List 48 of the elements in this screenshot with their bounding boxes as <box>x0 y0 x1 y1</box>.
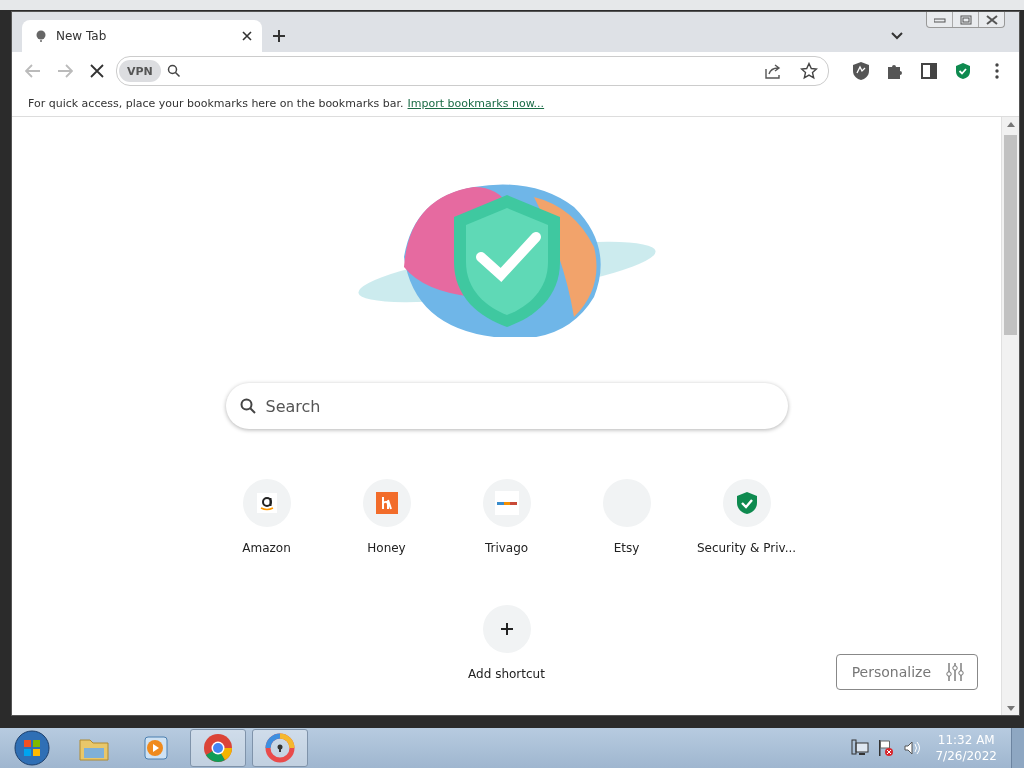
shortcut-tile[interactable]: Trivago <box>446 479 567 555</box>
scrollbar[interactable] <box>1001 117 1019 715</box>
shortcut-tile[interactable]: Honey <box>326 479 447 555</box>
stop-loading-icon[interactable] <box>90 64 104 78</box>
search-icon <box>239 398 256 414</box>
minimize-icon <box>933 16 946 23</box>
vpn-badge[interactable]: VPN <box>119 60 161 82</box>
import-bookmarks-link[interactable]: Import bookmarks now... <box>407 96 545 110</box>
media-player-icon[interactable] <box>142 734 170 762</box>
chrome-icon[interactable] <box>203 733 233 763</box>
chevron-down-icon[interactable] <box>891 32 903 40</box>
bookmarks-bar-message: For quick access, place your bookmarks here on the bookmarks bar. <box>28 96 404 110</box>
plus-icon <box>499 622 514 636</box>
scroll-up-icon[interactable] <box>1006 121 1015 127</box>
new-tab-icon[interactable] <box>272 29 286 43</box>
restore-icon <box>959 14 972 25</box>
scrollbar-thumb[interactable] <box>1004 135 1017 335</box>
network-icon[interactable] <box>851 739 870 757</box>
shield-badge-icon[interactable] <box>852 61 870 81</box>
search-field[interactable]: Search <box>225 383 788 429</box>
puzzle-piece-icon[interactable] <box>886 62 904 80</box>
more-menu-icon[interactable] <box>995 63 999 79</box>
shortcut-tile[interactable]: Security & Priv... <box>686 479 807 555</box>
shortcut-tile[interactable]: Etsy <box>566 479 687 555</box>
sliders-icon <box>945 662 965 682</box>
address-bar[interactable]: VPN <box>116 56 829 86</box>
add-shortcut-button[interactable]: Add shortcut <box>446 605 567 681</box>
close-icon[interactable] <box>242 31 252 41</box>
trivago-logo-icon <box>494 491 519 515</box>
honey-logo-icon <box>375 492 398 514</box>
browser-tab[interactable]: New Tab <box>22 20 262 52</box>
amazon-logo-icon <box>256 493 277 513</box>
start-orb-icon[interactable] <box>14 730 50 766</box>
tab-title: New Tab <box>56 29 108 43</box>
share-icon[interactable] <box>764 63 782 79</box>
scroll-down-icon[interactable] <box>1006 705 1015 711</box>
personalize-button[interactable]: Personalize <box>835 654 978 690</box>
flag-error-icon[interactable] <box>877 739 896 757</box>
speaker-icon[interactable] <box>903 739 922 757</box>
shield-check-icon <box>735 491 758 515</box>
shield-check-icon[interactable] <box>955 62 971 80</box>
shortcut-tile[interactable]: Amazon <box>206 479 327 555</box>
side-panel-icon[interactable] <box>921 63 937 79</box>
lock-ring-icon[interactable] <box>265 733 295 763</box>
search-icon <box>166 64 181 78</box>
close-icon <box>985 14 998 25</box>
tab-favicon-icon <box>36 30 46 42</box>
star-icon[interactable] <box>800 62 818 80</box>
